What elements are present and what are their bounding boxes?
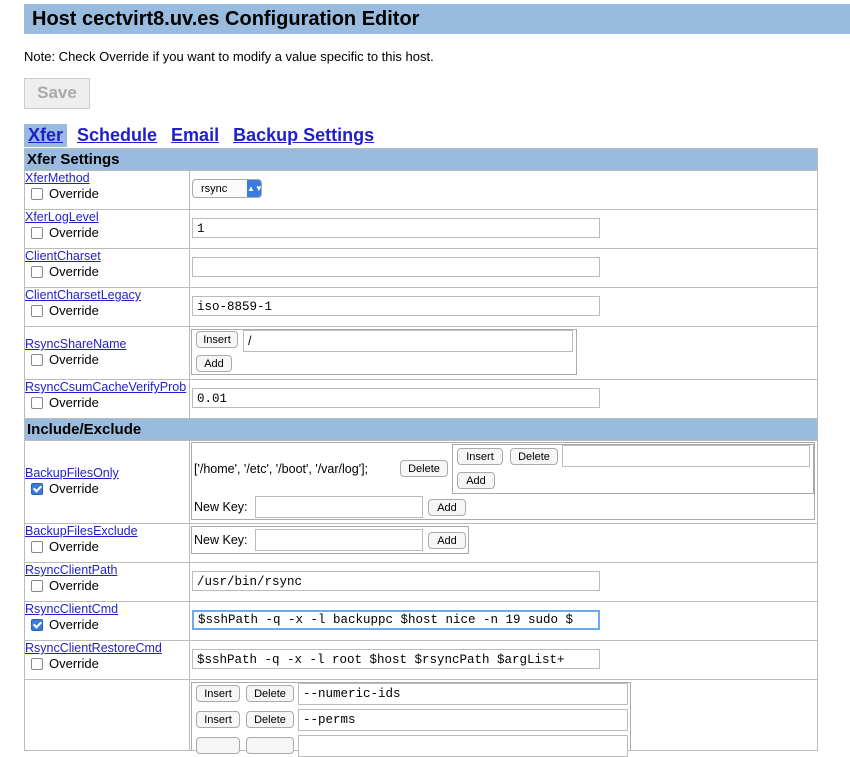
tab-xfer[interactable]: Xfer: [24, 124, 68, 147]
row-rsync-csum: RsyncCsumCacheVerifyProb Override 0.01: [25, 379, 817, 418]
rsync-share-name-override-checkbox[interactable]: [31, 353, 43, 366]
rsync-args-input-1[interactable]: --numeric-ids: [298, 683, 628, 705]
backup-files-only-delete-button[interactable]: Delete: [510, 448, 558, 465]
row-xfer-loglevel: XferLogLevel Override 1: [25, 209, 817, 248]
row-client-charset-legacy: ClientCharsetLegacy Override iso-8859-1: [25, 287, 817, 326]
override-label: Override: [49, 186, 99, 201]
backup-files-only-override-checkbox[interactable]: [31, 482, 43, 495]
rsync-share-add-button[interactable]: Add: [196, 355, 232, 372]
section-include-exclude: Include/Exclude: [25, 418, 817, 440]
rsync-share-name-link[interactable]: RsyncShareName: [25, 337, 189, 351]
select-arrows-icon: ▲▼: [247, 180, 263, 197]
rsync-share-insert-button[interactable]: Insert: [196, 331, 238, 348]
xfer-loglevel-input[interactable]: 1: [192, 218, 600, 238]
row-rsync-args: Insert Delete --numeric-ids Insert Delet…: [25, 679, 817, 757]
title-bar: Host cectvirt8.uv.es Configuration Edito…: [24, 4, 850, 34]
rsync-args-insert-button-1[interactable]: Insert: [196, 685, 240, 702]
row-rsync-client-cmd: RsyncClientCmd Override $sshPath -q -x -…: [25, 601, 817, 640]
client-charset-override-checkbox[interactable]: [31, 265, 43, 278]
new-key-label: New Key:: [194, 500, 248, 514]
rsync-args-input-3[interactable]: [298, 735, 628, 757]
backup-files-only-value-input[interactable]: [562, 445, 810, 467]
backup-files-exclude-new-key-input[interactable]: [255, 529, 423, 551]
rsync-client-restore-cmd-link[interactable]: RsyncClientRestoreCmd: [25, 641, 189, 655]
rsync-csum-override-checkbox[interactable]: [31, 396, 43, 409]
rsync-client-restore-cmd-input[interactable]: $sshPath -q -x -l root $host $rsyncPath …: [192, 649, 600, 669]
rsync-client-cmd-override-checkbox[interactable]: [31, 618, 43, 631]
page-title: Host cectvirt8.uv.es Configuration Edito…: [32, 8, 420, 30]
backup-files-only-insert-button[interactable]: Insert: [457, 448, 503, 465]
client-charset-legacy-override-checkbox[interactable]: [31, 304, 43, 317]
backup-files-only-delete-key-button[interactable]: Delete: [400, 460, 448, 477]
row-client-charset: ClientCharset Override: [25, 248, 817, 287]
xfer-loglevel-link[interactable]: XferLogLevel: [25, 210, 189, 224]
backup-files-only-new-key-add-button[interactable]: Add: [428, 499, 466, 516]
tab-email[interactable]: Email: [167, 124, 223, 147]
tab-schedule[interactable]: Schedule: [73, 124, 161, 147]
row-rsync-client-path: RsyncClientPath Override /usr/bin/rsync: [25, 562, 817, 601]
xfer-method-select[interactable]: rsync ▲▼: [192, 179, 263, 198]
rsync-args-insert-button-3[interactable]: [196, 737, 240, 754]
client-charset-link[interactable]: ClientCharset: [25, 249, 189, 263]
backup-files-only-link[interactable]: BackupFilesOnly: [25, 466, 189, 480]
backup-files-exclude-override-checkbox[interactable]: [31, 540, 43, 553]
rsync-client-path-override-checkbox[interactable]: [31, 579, 43, 592]
client-charset-legacy-input[interactable]: iso-8859-1: [192, 296, 600, 316]
rsync-client-path-input[interactable]: /usr/bin/rsync: [192, 571, 600, 591]
client-charset-input[interactable]: [192, 257, 600, 277]
xfer-method-link[interactable]: XferMethod: [25, 171, 189, 185]
xfer-loglevel-override-checkbox[interactable]: [31, 226, 43, 239]
rsync-client-cmd-input[interactable]: $sshPath -q -x -l backuppc $host nice -n…: [192, 610, 600, 630]
rsync-args-delete-button-1[interactable]: Delete: [246, 685, 294, 702]
rsync-client-path-link[interactable]: RsyncClientPath: [25, 563, 189, 577]
rsync-args-insert-button-2[interactable]: Insert: [196, 711, 240, 728]
xfer-method-override-checkbox[interactable]: [31, 187, 43, 200]
row-backup-files-exclude: BackupFilesExclude Override New Key: Add: [25, 523, 817, 562]
row-rsync-share-name: RsyncShareName Override Insert / Add: [25, 326, 817, 379]
rsync-args-delete-button-2[interactable]: Delete: [246, 711, 294, 728]
row-xfer-method: XferMethod Override rsync ▲▼: [25, 170, 817, 209]
note-text: Note: Check Override if you want to modi…: [24, 49, 434, 64]
tab-backup-settings[interactable]: Backup Settings: [229, 124, 378, 147]
client-charset-legacy-link[interactable]: ClientCharsetLegacy: [25, 288, 189, 302]
backup-files-exclude-add-button[interactable]: Add: [428, 532, 466, 549]
rsync-client-cmd-link[interactable]: RsyncClientCmd: [25, 602, 189, 616]
rsync-args-delete-button-3[interactable]: [246, 737, 294, 754]
rsync-csum-input[interactable]: 0.01: [192, 388, 600, 408]
backup-files-only-key: ['/home', '/etc', '/boot', '/var/log'];: [194, 462, 369, 476]
rsync-args-input-2[interactable]: --perms: [298, 709, 628, 731]
tab-bar: Xfer Schedule Email Backup Settings: [24, 124, 384, 148]
save-button[interactable]: Save: [24, 78, 90, 109]
rsync-share-value-input[interactable]: /: [243, 330, 573, 352]
row-backup-files-only: BackupFilesOnly Override ['/home', '/etc…: [25, 440, 817, 523]
section-xfer-settings: Xfer Settings: [25, 149, 817, 170]
config-table: Xfer Settings XferMethod Override rsync …: [24, 148, 818, 757]
backup-files-only-new-key-input[interactable]: [255, 496, 423, 518]
row-rsync-client-restore-cmd: RsyncClientRestoreCmd Override $sshPath …: [25, 640, 817, 679]
backup-files-exclude-link[interactable]: BackupFilesExclude: [25, 524, 189, 538]
rsync-csum-link[interactable]: RsyncCsumCacheVerifyProb: [25, 380, 189, 394]
backup-files-only-add-button[interactable]: Add: [457, 472, 495, 489]
rsync-client-restore-cmd-override-checkbox[interactable]: [31, 657, 43, 670]
